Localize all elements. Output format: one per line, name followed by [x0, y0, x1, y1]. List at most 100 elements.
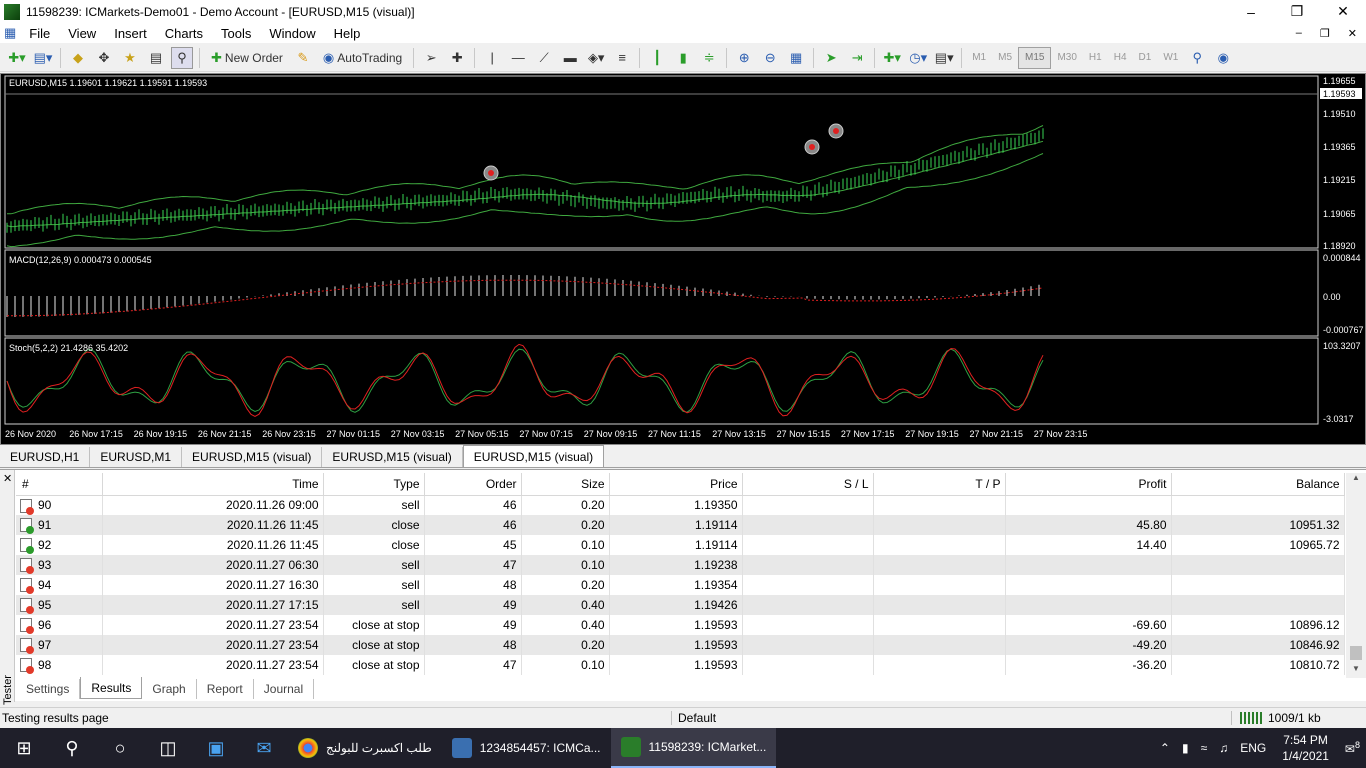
- chart-window[interactable]: EURUSD,M15 1.19601 1.19621 1.19591 1.195…: [0, 73, 1366, 445]
- tab-settings[interactable]: Settings: [16, 679, 81, 699]
- col-header-number[interactable]: #: [16, 473, 103, 496]
- communities-icon[interactable]: ◉: [1212, 47, 1234, 69]
- store-icon[interactable]: ▣: [192, 728, 240, 768]
- cortana-icon[interactable]: ○: [96, 728, 144, 768]
- table-row[interactable]: 97 2020.11.27 23:54 close at stop 48 0.20 1.1…: [16, 635, 1345, 655]
- cursor-icon[interactable]: ➢: [420, 47, 442, 69]
- rectangle-icon[interactable]: ▬: [559, 47, 581, 69]
- timeframe-h4[interactable]: H4: [1108, 47, 1133, 69]
- crosshair-icon[interactable]: ✚: [446, 47, 468, 69]
- minimize-icon[interactable]: –: [1228, 0, 1274, 23]
- windows-start-icon[interactable]: ⊞: [0, 728, 48, 768]
- table-row[interactable]: 91 2020.11.26 11:45 close 46 0.20 1.19114 45.8…: [16, 515, 1345, 535]
- indicators-icon[interactable]: ✚▾: [881, 47, 903, 69]
- menu-tools[interactable]: Tools: [212, 26, 260, 41]
- strategy-tester-icon[interactable]: ⚲: [171, 46, 193, 69]
- market-watch-icon[interactable]: ◆: [67, 47, 89, 69]
- new-chart-icon[interactable]: ✚▾: [6, 47, 28, 69]
- navigator-icon[interactable]: ★: [119, 47, 141, 69]
- timeframe-h1[interactable]: H1: [1083, 47, 1108, 69]
- child-close-icon[interactable]: ✕: [1339, 27, 1366, 40]
- close-tester-icon[interactable]: ✕: [3, 472, 12, 485]
- chart-menu-icon[interactable]: ▦: [0, 25, 20, 41]
- menu-insert[interactable]: Insert: [105, 26, 156, 41]
- shapes-icon[interactable]: ◈▾: [585, 47, 607, 69]
- menu-view[interactable]: View: [59, 26, 105, 41]
- clock[interactable]: 7:54 PM 1/4/2021: [1272, 732, 1339, 764]
- profiles-icon[interactable]: ▤▾: [32, 47, 54, 69]
- price-chart[interactable]: EURUSD,M15 1.19601 1.19621 1.19591 1.195…: [1, 74, 1365, 444]
- table-row[interactable]: 96 2020.11.27 23:54 close at stop 49 0.40 1.1…: [16, 615, 1345, 635]
- volume-icon[interactable]: ♫: [1213, 741, 1234, 755]
- table-row[interactable]: 94 2020.11.27 16:30 sell 48 0.20 1.19354: [16, 575, 1345, 595]
- task-view-icon[interactable]: ◫: [144, 728, 192, 768]
- col-header-sl[interactable]: S / L: [742, 473, 874, 496]
- tab-graph[interactable]: Graph: [142, 679, 197, 699]
- autotrading-button[interactable]: ◉ AutoTrading: [318, 47, 407, 69]
- scroll-down-icon[interactable]: ▼: [1346, 664, 1366, 678]
- col-header-time[interactable]: Time: [102, 473, 324, 496]
- child-restore-icon[interactable]: ❐: [1311, 27, 1339, 40]
- new-order-button[interactable]: ✚ New Order: [206, 47, 288, 69]
- connection-status[interactable]: 1009/1 kb: [1232, 711, 1321, 725]
- language-indicator[interactable]: ENG: [1234, 741, 1272, 755]
- search-icon[interactable]: ⚲: [1186, 47, 1208, 69]
- tile-windows-icon[interactable]: ▦: [785, 47, 807, 69]
- chart-tab[interactable]: EURUSD,M15 (visual): [322, 447, 463, 467]
- bar-chart-icon[interactable]: ┃: [646, 47, 668, 69]
- menu-charts[interactable]: Charts: [156, 26, 212, 41]
- col-header-size[interactable]: Size: [521, 473, 610, 496]
- status-profile[interactable]: Default: [672, 711, 1232, 725]
- metaeditor-icon[interactable]: ✎: [292, 47, 314, 69]
- timeframe-w1[interactable]: W1: [1157, 47, 1184, 69]
- table-row[interactable]: 90 2020.11.26 09:00 sell 46 0.20 1.19350: [16, 495, 1345, 515]
- taskbar-app-chrome[interactable]: طلب اكسبرت للبولنج: [288, 728, 442, 768]
- show-hidden-icons-icon[interactable]: ⌃: [1154, 741, 1176, 755]
- timeframe-d1[interactable]: D1: [1133, 47, 1158, 69]
- battery-icon[interactable]: ▮: [1176, 741, 1195, 755]
- trendline-icon[interactable]: ⟋: [533, 47, 555, 69]
- tab-results[interactable]: Results: [80, 677, 143, 699]
- timeframe-m1[interactable]: M1: [966, 47, 992, 69]
- tab-report[interactable]: Report: [197, 679, 254, 699]
- col-header-profit[interactable]: Profit: [1005, 473, 1172, 496]
- timeframe-m30[interactable]: M30: [1051, 47, 1082, 69]
- timeframe-m5[interactable]: M5: [992, 47, 1018, 69]
- chart-shift-icon[interactable]: ⇥: [846, 47, 868, 69]
- zoom-out-icon[interactable]: ⊖: [759, 47, 781, 69]
- timeframe-m15[interactable]: M15: [1018, 46, 1052, 69]
- col-header-tp[interactable]: T / P: [873, 473, 1006, 496]
- menu-window[interactable]: Window: [260, 26, 324, 41]
- table-row[interactable]: 95 2020.11.27 17:15 sell 49 0.40 1.19426: [16, 595, 1345, 615]
- results-scrollbar[interactable]: ▲ ▼: [1346, 473, 1366, 678]
- line-chart-icon[interactable]: ≑: [698, 47, 720, 69]
- scroll-thumb[interactable]: [1350, 646, 1362, 660]
- col-header-balance[interactable]: Balance: [1171, 473, 1345, 496]
- wifi-icon[interactable]: ≈: [1195, 741, 1214, 755]
- tab-journal[interactable]: Journal: [254, 679, 315, 699]
- col-header-price[interactable]: Price: [609, 473, 743, 496]
- horizontal-line-icon[interactable]: —: [507, 47, 529, 69]
- taskbar-app-mt4-other[interactable]: 1234854457: ICMCa...: [442, 728, 611, 768]
- chart-tab[interactable]: EURUSD,M15 (visual): [182, 447, 323, 467]
- table-row[interactable]: 98 2020.11.27 23:54 close at stop 47 0.10 1.1…: [16, 655, 1345, 675]
- col-header-type[interactable]: Type: [323, 473, 425, 496]
- autoscroll-icon[interactable]: ➤: [820, 47, 842, 69]
- periods-icon[interactable]: ◷▾: [907, 47, 929, 69]
- zoom-in-icon[interactable]: ⊕: [733, 47, 755, 69]
- candlestick-icon[interactable]: ▮: [672, 47, 694, 69]
- search-icon[interactable]: ⚲: [48, 728, 96, 768]
- chart-tab-active[interactable]: EURUSD,M15 (visual): [462, 445, 605, 467]
- data-window-icon[interactable]: ✥: [93, 47, 115, 69]
- vertical-line-icon[interactable]: |: [481, 47, 503, 69]
- notifications-icon[interactable]: ✉8: [1339, 740, 1366, 756]
- chart-tab[interactable]: EURUSD,H1: [0, 447, 91, 467]
- table-row[interactable]: 93 2020.11.27 06:30 sell 47 0.10 1.19238: [16, 555, 1345, 575]
- close-icon[interactable]: ✕: [1320, 0, 1366, 23]
- terminal-icon[interactable]: ▤: [145, 47, 167, 69]
- mail-icon[interactable]: ✉: [240, 728, 288, 768]
- maximize-icon[interactable]: ❐: [1274, 0, 1320, 23]
- fibonacci-icon[interactable]: ≡: [611, 47, 633, 69]
- menu-help[interactable]: Help: [325, 26, 370, 41]
- col-header-order[interactable]: Order: [424, 473, 522, 496]
